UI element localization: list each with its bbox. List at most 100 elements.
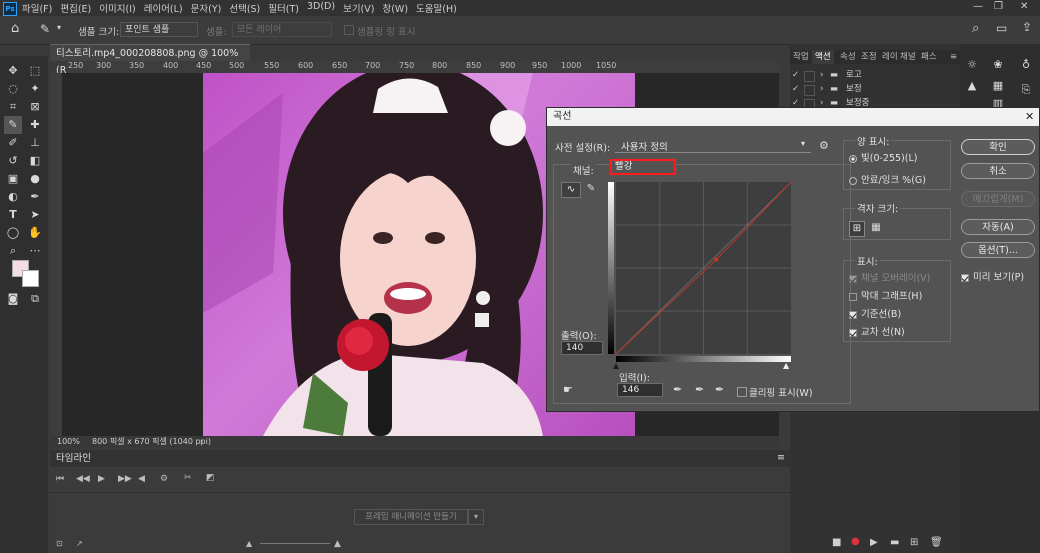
eyedropper-tool-icon[interactable]: ✎ (40, 22, 50, 36)
marquee-tool-icon[interactable]: ⬚ (26, 62, 44, 80)
first-frame-icon[interactable]: ⏮ (56, 474, 64, 484)
blur-tool-icon[interactable]: ● (26, 170, 44, 188)
options-button[interactable]: 옵션(T)... (961, 242, 1035, 258)
menu-filter[interactable]: 필터(T) (268, 1, 299, 15)
curve-control-point[interactable] (714, 257, 719, 262)
black-point-slider-icon[interactable]: ▲ (613, 361, 619, 370)
cancel-button[interactable]: 취소 (961, 163, 1035, 179)
pencil-icon[interactable]: ✎ (583, 182, 599, 196)
background-color-swatch[interactable] (22, 270, 39, 287)
play-icon[interactable]: ▶ (98, 474, 105, 484)
simple-grid-icon[interactable]: ⊞ (849, 221, 865, 237)
magic-wand-tool-icon[interactable]: ✦ (26, 80, 44, 98)
chevron-down-icon[interactable]: ▾ (468, 509, 484, 525)
new-action-icon[interactable]: ⊞ (910, 537, 918, 548)
menu-image[interactable]: 이미지(I) (99, 1, 135, 15)
auto-button[interactable]: 자동(A) (961, 219, 1035, 235)
tab-work[interactable]: 작업 (793, 50, 809, 64)
menu-edit[interactable]: 편집(E) (60, 1, 91, 15)
menu-file[interactable]: 파일(F) (22, 1, 52, 15)
next-frame-icon[interactable]: ▶▶ (118, 474, 132, 484)
check-icon[interactable]: ✓ (792, 70, 799, 81)
color-icon[interactable]: ❀ (990, 57, 1006, 73)
baseline-option[interactable]: 기준선(B) (849, 306, 901, 320)
hand-tool-icon[interactable]: ✋ (26, 224, 44, 242)
panel-menu-icon[interactable]: ≡ (777, 449, 785, 466)
settings-icon[interactable]: ⚙ (160, 474, 168, 484)
convert-icon[interactable]: ⊡ (56, 539, 63, 548)
record-icon[interactable]: ● (851, 536, 860, 547)
healing-brush-icon[interactable]: ✚ (26, 116, 44, 134)
gradient-tool-icon[interactable]: ▣ (4, 170, 22, 188)
new-set-icon[interactable]: ▬ (890, 537, 899, 548)
chevron-down-icon[interactable]: ▾ (57, 23, 61, 32)
menu-select[interactable]: 선택(S) (229, 1, 260, 15)
dialog-toggle[interactable] (804, 71, 815, 82)
ok-button[interactable]: 확인 (961, 139, 1035, 155)
menu-help[interactable]: 도움말(H) (416, 1, 457, 15)
create-frame-animation-button[interactable]: 프레임 애니메이션 만들기 (354, 509, 468, 525)
smooth-button[interactable]: 매끄럽게(M) (961, 191, 1035, 207)
target-adjust-icon[interactable]: ☛ (563, 383, 573, 396)
render-icon[interactable]: ↗ (76, 539, 83, 548)
tab-properties[interactable]: 속성 (840, 50, 856, 64)
quick-mask-icon[interactable]: ◙ (4, 290, 22, 308)
show-clipping-checkbox[interactable] (737, 387, 747, 397)
previous-frame-icon[interactable]: ◀◀ (76, 474, 90, 484)
type-tool-icon[interactable]: T (4, 206, 22, 224)
tab-channels[interactable]: 채널 (900, 50, 916, 64)
intersection-option[interactable]: 교차 선(N) (849, 324, 905, 338)
close-window-icon[interactable]: ✕ (1020, 1, 1028, 12)
grid-icon[interactable]: ▦ (990, 78, 1006, 94)
preset-select[interactable]: 사용자 정의 ▾ (615, 139, 811, 153)
histogram-option[interactable]: 막대 그래프(H) (849, 288, 922, 302)
workspace-icon[interactable]: ▭ (996, 21, 1007, 35)
stop-icon[interactable]: ■ (832, 537, 841, 548)
chevron-right-icon[interactable]: › (820, 70, 823, 81)
zoom-tool-icon[interactable]: ⌕ (4, 242, 22, 260)
menu-view[interactable]: 보기(V) (343, 1, 374, 15)
sample-size-select[interactable]: 포인트 샘플 (120, 22, 198, 37)
menu-layer[interactable]: 레이어(L) (144, 1, 183, 15)
show-sampling-ring-checkbox[interactable] (344, 25, 354, 35)
tab-layers[interactable]: 레이 (882, 50, 898, 64)
list-item[interactable]: ✓ › ▬ 로고 (790, 70, 960, 82)
light-radio[interactable]: 빛(0-255)(L) (849, 150, 917, 164)
curve-graph[interactable] (615, 181, 792, 355)
tab-adjustments[interactable]: 조정 (861, 50, 877, 64)
frame-tool-icon[interactable]: ⊠ (26, 98, 44, 116)
white-eyedropper-icon[interactable]: ✒ (715, 383, 724, 396)
input-field[interactable]: 146 (617, 383, 663, 397)
channel-select[interactable]: 빨강 (610, 159, 676, 175)
lasso-tool-icon[interactable]: ◌ (4, 80, 22, 98)
crop-tool-icon[interactable]: ⌗ (4, 98, 22, 116)
channel-overlay-option[interactable]: 채널 오버레이(V) (849, 270, 930, 284)
move-tool-icon[interactable]: ✥ (4, 62, 22, 80)
stamp-tool-icon[interactable]: ⊥ (26, 134, 44, 152)
dialog-toggle[interactable] (804, 85, 815, 96)
transition-icon[interactable]: ◩ (206, 473, 215, 483)
search-icon[interactable]: ⌕ (972, 21, 979, 36)
list-item[interactable]: ✓ › ▬ 보정 (790, 84, 960, 96)
document-tab[interactable]: 티스토리.mp4_000208808.png @ 100% (RGB/8) * (50, 44, 250, 76)
shape-tool-icon[interactable]: ◯ (4, 224, 22, 242)
share-icon[interactable]: ⇪ (1022, 20, 1032, 34)
menu-3d[interactable]: 3D(D) (307, 1, 335, 15)
eraser-tool-icon[interactable]: ◧ (26, 152, 44, 170)
tab-paths[interactable]: 패스 (921, 50, 937, 64)
trash-icon[interactable]: 🗑 (930, 537, 943, 548)
black-eyedropper-icon[interactable]: ✒ (673, 383, 682, 396)
panel-menu-icon[interactable]: ≡ (950, 50, 957, 64)
restore-icon[interactable]: ❐ (994, 1, 1003, 12)
brightness-icon[interactable]: ☼ (964, 57, 980, 73)
zoom-out-icon[interactable]: ▲ (246, 539, 252, 548)
audio-icon[interactable]: ◀ (138, 474, 145, 484)
curve-point-tool-icon[interactable]: ∿ (561, 182, 581, 198)
pen-tool-icon[interactable]: ✒ (26, 188, 44, 206)
export-icon[interactable]: ⎘ (1018, 82, 1034, 98)
menu-type[interactable]: 문자(Y) (191, 1, 222, 15)
preset-options-icon[interactable]: ⚙ (819, 139, 829, 152)
zoom-in-icon[interactable]: ▲ (334, 539, 341, 549)
screen-mode-icon[interactable]: ⧉ (26, 290, 44, 308)
preview-option[interactable]: 미리 보기(P) (961, 269, 1024, 283)
